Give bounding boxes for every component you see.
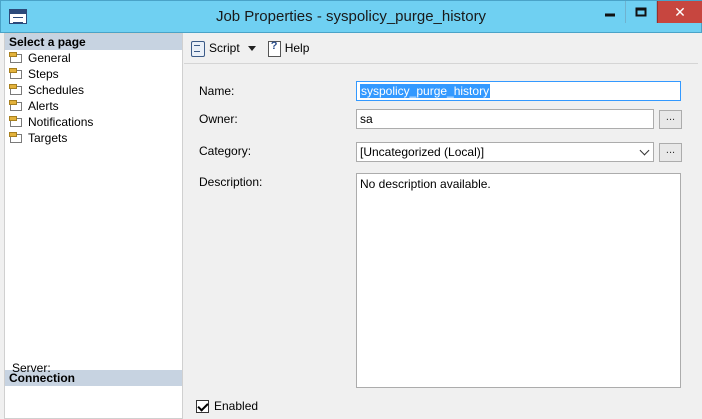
enabled-checkbox[interactable] — [196, 399, 209, 413]
page-list: General Steps Schedules Alerts Notificat… — [5, 50, 182, 146]
server-label: Server: — [12, 361, 51, 375]
enabled-checkbox-row[interactable]: Enabled — [196, 399, 258, 413]
help-button[interactable]: Help — [266, 40, 310, 57]
script-dropdown-arrow-icon[interactable] — [247, 45, 256, 51]
help-icon — [266, 40, 282, 57]
category-dropdown[interactable]: [Uncategorized (Local)] — [356, 142, 654, 162]
script-label: Script — [209, 41, 240, 55]
name-label: Name: — [199, 84, 235, 98]
page-item-label: Alerts — [28, 99, 59, 113]
owner-browse-button[interactable]: ... — [659, 110, 682, 129]
category-label: Category: — [199, 144, 252, 158]
maximize-icon — [635, 7, 647, 17]
minimize-icon — [605, 13, 615, 17]
page-item-notifications[interactable]: Notifications — [9, 114, 182, 130]
name-field[interactable]: syspolicy_purge_history — [356, 81, 681, 101]
title-bar[interactable]: Job Properties - syspolicy_purge_history… — [0, 0, 702, 33]
help-label: Help — [284, 41, 310, 55]
page-icon — [9, 116, 23, 128]
script-icon — [190, 40, 206, 57]
category-value: [Uncategorized (Local)] — [360, 145, 485, 159]
page-item-label: Schedules — [28, 83, 85, 97]
close-button[interactable]: ✕ — [657, 1, 702, 23]
chevron-down-icon — [639, 145, 650, 156]
description-textarea[interactable]: No description available. — [356, 173, 681, 388]
page-item-schedules[interactable]: Schedules — [9, 82, 182, 98]
owner-field[interactable]: sa — [356, 109, 654, 129]
page-item-label: Steps — [28, 67, 59, 81]
page-item-general[interactable]: General — [9, 50, 182, 66]
toolbar: Script Help — [184, 33, 698, 64]
category-browse-button[interactable]: ... — [659, 143, 682, 162]
page-icon — [9, 68, 23, 80]
close-icon: ✕ — [674, 4, 686, 20]
select-page-header: Select a page — [5, 34, 182, 50]
enabled-label: Enabled — [214, 399, 259, 413]
page-item-steps[interactable]: Steps — [9, 66, 182, 82]
name-field-value: syspolicy_purge_history — [360, 84, 491, 98]
description-label: Description: — [199, 175, 263, 189]
minimize-button[interactable] — [595, 1, 626, 23]
page-icon — [9, 132, 23, 144]
page-item-alerts[interactable]: Alerts — [9, 98, 182, 114]
page-item-label: Notifications — [28, 115, 94, 129]
page-item-label: Targets — [28, 131, 68, 145]
page-item-targets[interactable]: Targets — [9, 130, 182, 146]
page-item-label: General — [28, 51, 71, 65]
owner-label: Owner: — [199, 112, 238, 126]
page-icon — [9, 84, 23, 96]
page-icon — [9, 52, 23, 64]
maximize-button[interactable] — [626, 1, 657, 23]
page-icon — [9, 100, 23, 112]
script-button[interactable]: Script — [190, 40, 240, 57]
